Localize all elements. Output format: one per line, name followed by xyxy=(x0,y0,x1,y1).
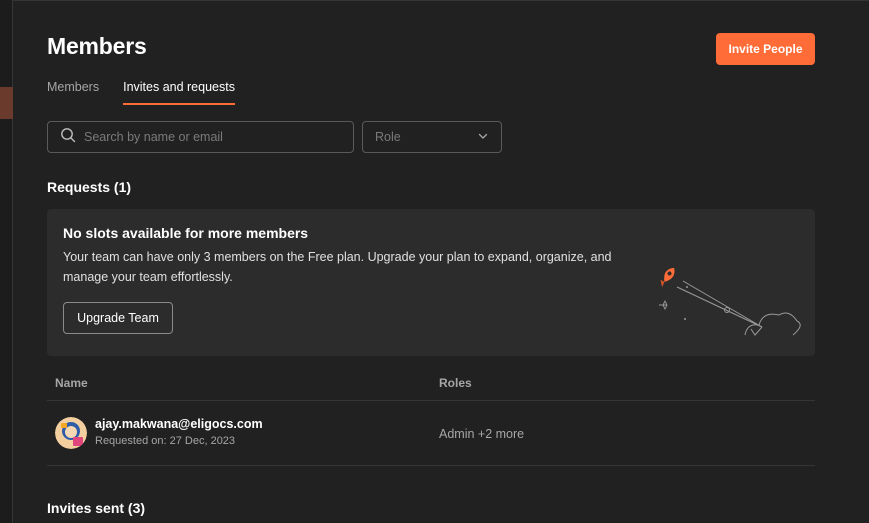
member-roles[interactable]: Admin +2 more xyxy=(439,427,524,441)
invites-sent-heading: Invites sent (3) xyxy=(47,500,146,516)
banner-body: Your team can have only 3 members on the… xyxy=(63,250,612,284)
rocket-illustration-icon xyxy=(647,267,807,342)
tab-invites-and-requests[interactable]: Invites and requests xyxy=(123,80,235,105)
page-title: Members xyxy=(47,33,147,59)
column-name: Name xyxy=(55,376,88,390)
search-input[interactable] xyxy=(84,130,344,144)
column-roles: Roles xyxy=(439,376,472,390)
requests-heading: Requests (1) xyxy=(47,179,132,195)
requested-date: Requested on: 27 Dec, 2023 xyxy=(95,435,236,447)
top-divider xyxy=(13,0,869,1)
invite-people-button[interactable]: Invite People xyxy=(716,33,815,65)
table-row[interactable]: ajay.makwana@eligocs.com Requested on: 2… xyxy=(47,401,815,466)
upgrade-team-button[interactable]: Upgrade Team xyxy=(63,302,173,334)
sidebar-rail xyxy=(0,0,13,523)
member-email: ajay.makwana@eligocs.com xyxy=(95,417,263,431)
avatar xyxy=(55,417,87,449)
role-select[interactable]: Role xyxy=(362,121,502,153)
search-field[interactable] xyxy=(47,121,354,153)
tab-bar: Members Invites and requests xyxy=(47,80,235,106)
upgrade-banner: No slots available for more members Your… xyxy=(47,209,815,356)
chevron-down-icon xyxy=(477,130,489,145)
role-select-label: Role xyxy=(375,130,401,144)
banner-title: No slots available for more members xyxy=(63,225,309,241)
sidebar-active-indicator[interactable] xyxy=(0,87,13,119)
search-icon xyxy=(60,127,76,148)
tab-members[interactable]: Members xyxy=(47,80,99,105)
requests-table-header: Name Roles xyxy=(47,370,815,401)
